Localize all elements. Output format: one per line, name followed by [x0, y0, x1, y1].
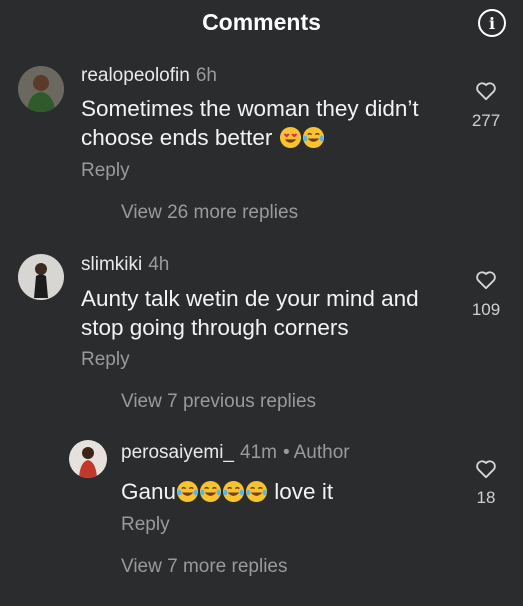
like-count: 109 — [471, 300, 501, 319]
comment-text: Aunty talk wetin de your mind and stop g… — [81, 286, 419, 340]
username[interactable]: perosaiyemi_ — [121, 442, 234, 463]
heart-eyes-emoji — [279, 126, 302, 149]
like-count: 18 — [476, 488, 496, 507]
reply-button[interactable]: Reply — [81, 160, 130, 182]
view-previous-replies[interactable]: View 7 previous replies — [121, 391, 316, 413]
reply-button[interactable]: Reply — [121, 514, 170, 536]
timestamp: 4h — [148, 254, 170, 275]
info-icon[interactable]: i — [478, 9, 506, 37]
separator-dot: • — [282, 442, 290, 463]
heart-icon[interactable] — [475, 270, 497, 290]
laughing-tears-emoji — [302, 126, 325, 149]
like-count: 277 — [471, 111, 501, 130]
laughing-tears-emoji — [199, 480, 222, 503]
laughing-tears-emoji — [176, 480, 199, 503]
page-title: Comments — [202, 9, 321, 35]
reply-button[interactable]: Reply — [81, 349, 130, 371]
avatar[interactable] — [69, 440, 107, 478]
avatar[interactable] — [18, 254, 64, 300]
comment-text: Ganu love it — [121, 479, 334, 504]
laughing-tears-emoji — [222, 480, 245, 503]
username[interactable]: realopeolofin — [81, 65, 190, 86]
laughing-tears-emoji — [245, 480, 268, 503]
comment-meta: realopeolofin 6h — [81, 65, 217, 87]
heart-icon[interactable] — [475, 81, 497, 101]
comment-meta: slimkiki 4h — [81, 254, 169, 276]
avatar[interactable] — [18, 66, 64, 112]
heart-icon[interactable] — [475, 459, 497, 479]
timestamp: 41m — [240, 442, 277, 463]
comments-header: Comments i — [0, 0, 523, 48]
comment-meta: perosaiyemi_ 41m • Author — [121, 442, 350, 464]
view-more-replies[interactable]: View 7 more replies — [121, 556, 288, 578]
author-badge: Author — [293, 442, 350, 463]
timestamp: 6h — [195, 65, 217, 86]
view-more-replies[interactable]: View 26 more replies — [121, 202, 298, 224]
comment-text: Sometimes the woman they didn’t choose e… — [81, 96, 419, 150]
username[interactable]: slimkiki — [81, 254, 142, 275]
